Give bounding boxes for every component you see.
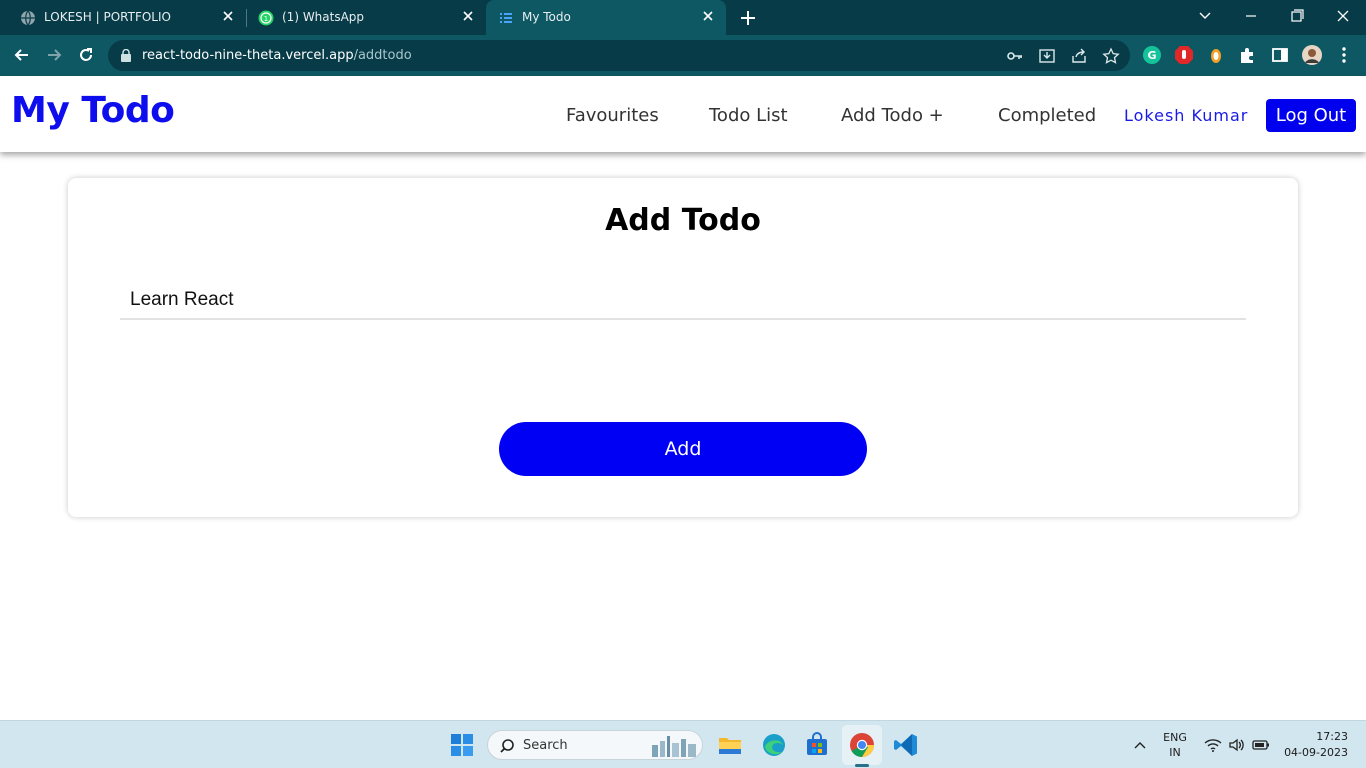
forward-icon[interactable] <box>44 45 64 65</box>
vscode-icon[interactable] <box>892 731 920 759</box>
file-explorer-icon[interactable] <box>716 731 744 759</box>
install-app-icon[interactable] <box>1038 47 1056 65</box>
reload-icon[interactable] <box>76 45 96 65</box>
url-host: react-todo-nine-theta.vercel.app <box>142 48 354 63</box>
nav-favourites[interactable]: Favourites <box>566 105 659 126</box>
todo-input[interactable] <box>120 282 1246 320</box>
taskbar-search[interactable]: Search <box>487 730 703 760</box>
side-panel-icon[interactable] <box>1270 45 1290 65</box>
search-label: Search <box>523 738 568 753</box>
tab-title: My Todo <box>522 10 571 24</box>
nav-completed[interactable]: Completed <box>998 105 1096 126</box>
whatsapp-icon: 1 <box>258 10 274 26</box>
windows-start-icon[interactable] <box>448 731 476 759</box>
battery-icon[interactable] <box>1252 738 1270 752</box>
clock-time: 17:23 <box>1316 730 1348 743</box>
tab-portfolio[interactable]: LOKESH | PORTFOLIO <box>8 0 246 35</box>
add-button[interactable]: Add <box>499 422 867 476</box>
user-name: Lokesh Kumar <box>1124 106 1249 125</box>
address-bar[interactable]: react-todo-nine-theta.vercel.app/addtodo <box>108 40 1130 71</box>
language-line1: ENG <box>1163 731 1187 744</box>
bookmark-star-icon[interactable] <box>1102 47 1120 65</box>
new-tab-icon[interactable] <box>738 8 758 28</box>
svg-text:1: 1 <box>264 15 268 23</box>
globe-icon <box>21 10 35 26</box>
search-highlight-icon <box>652 736 696 757</box>
adblock-extension-icon[interactable] <box>1174 45 1194 65</box>
clock[interactable]: 17:23 04-09-2023 <box>1280 730 1356 759</box>
nav-todo-list[interactable]: Todo List <box>709 105 788 126</box>
tab-title: (1) WhatsApp <box>282 10 365 24</box>
browser-toolbar: react-todo-nine-theta.vercel.app/addtodo… <box>0 35 1366 76</box>
language-line2: IN <box>1169 746 1181 759</box>
more-menu-icon[interactable] <box>1334 45 1354 65</box>
app-brand[interactable]: My Todo <box>11 90 175 131</box>
tab-search-chevron-icon[interactable] <box>1194 6 1216 26</box>
honey-extension-icon[interactable] <box>1206 45 1226 65</box>
chrome-icon[interactable] <box>848 731 876 759</box>
close-icon[interactable] <box>460 8 476 24</box>
close-window-icon[interactable] <box>1332 6 1354 26</box>
browser-tab-strip: LOKESH | PORTFOLIO 1 (1) WhatsApp My Tod… <box>0 0 1366 35</box>
chevron-up-icon[interactable] <box>1132 739 1148 751</box>
svg-text:G: G <box>1147 49 1156 62</box>
microsoft-store-icon[interactable] <box>803 731 831 759</box>
active-app-indicator <box>855 764 869 767</box>
close-icon[interactable] <box>220 8 236 24</box>
profile-avatar-icon[interactable] <box>1302 45 1322 65</box>
list-icon <box>500 13 512 23</box>
logout-button[interactable]: Log Out <box>1266 99 1356 132</box>
grammarly-extension-icon[interactable]: G <box>1142 45 1162 65</box>
share-icon[interactable] <box>1070 47 1088 65</box>
url-path: /addtodo <box>353 48 412 63</box>
restore-icon[interactable] <box>1286 6 1308 26</box>
tab-whatsapp[interactable]: 1 (1) WhatsApp <box>246 0 486 35</box>
key-icon[interactable] <box>1006 47 1024 65</box>
app-navbar: My Todo Favourites Todo List Add Todo + … <box>0 76 1366 152</box>
close-icon[interactable] <box>700 8 716 24</box>
lock-icon[interactable] <box>120 49 132 62</box>
edge-icon[interactable] <box>760 731 788 759</box>
page-title: Add Todo <box>605 203 761 238</box>
tab-title: LOKESH | PORTFOLIO <box>44 10 171 24</box>
windows-taskbar: Search ENG IN 17:23 04-09-2023 <box>0 720 1366 768</box>
tab-my-todo[interactable]: My Todo <box>486 0 726 35</box>
volume-icon[interactable] <box>1228 737 1246 753</box>
clock-date: 04-09-2023 <box>1284 746 1348 759</box>
wifi-icon[interactable] <box>1204 737 1222 753</box>
url-text: react-todo-nine-theta.vercel.app/addtodo <box>142 48 412 63</box>
back-icon[interactable] <box>12 45 32 65</box>
minimize-icon[interactable] <box>1240 6 1262 26</box>
nav-add-todo[interactable]: Add Todo + <box>841 105 944 126</box>
language-indicator[interactable]: ENG IN <box>1160 731 1190 759</box>
extensions-puzzle-icon[interactable] <box>1238 45 1258 65</box>
search-icon <box>500 739 514 753</box>
add-todo-card: Add Todo Add <box>68 178 1298 517</box>
